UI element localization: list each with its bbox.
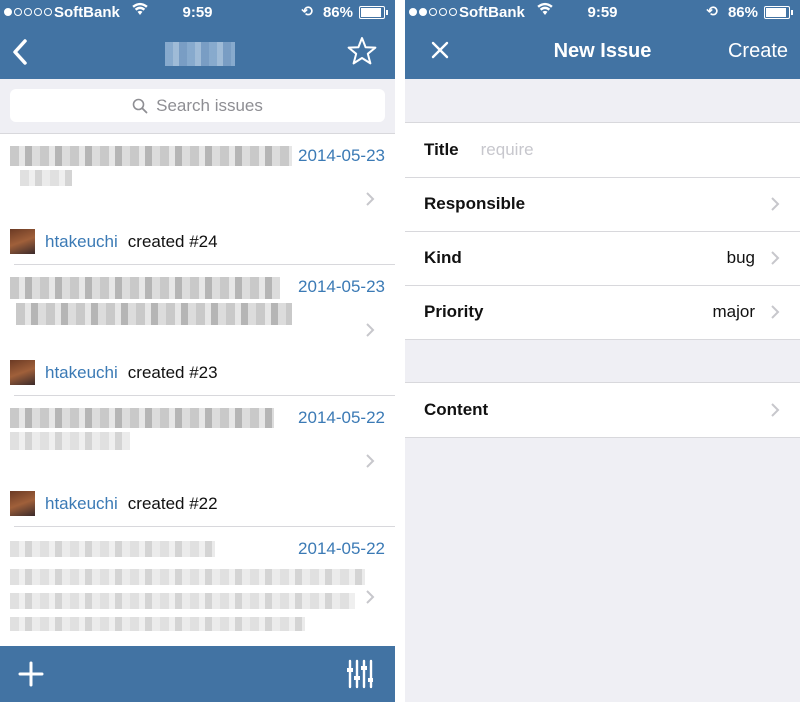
title-input[interactable]: require (481, 140, 534, 160)
issue-list-screen: SoftBank 9:59 ⟲ 86% Search issues 2014-0… (0, 0, 395, 702)
rotation-lock-icon: ⟲ (301, 3, 313, 19)
issue-action: created #22 (127, 493, 218, 513)
issue-item[interactable]: 2014-05-22 htakeuchi created #22 (0, 396, 395, 527)
chevron-right-icon (771, 305, 780, 319)
author-link[interactable]: htakeuchi (45, 232, 118, 252)
battery-icon (764, 6, 793, 19)
search-placeholder: Search issues (156, 95, 263, 115)
avatar (10, 491, 35, 516)
search-input[interactable]: Search issues (10, 89, 385, 122)
issue-body-redacted (10, 432, 130, 450)
field-label: Content (424, 400, 489, 419)
battery-percent: 86% (322, 4, 353, 21)
issue-item[interactable]: 2014-05-23 htakeuchi created #24 (0, 134, 395, 265)
author-link[interactable]: htakeuchi (45, 494, 118, 514)
issue-body-redacted (10, 593, 355, 609)
status-bar: SoftBank 9:59 ⟲ 86% (405, 0, 800, 26)
issue-title-redacted (10, 277, 280, 299)
rotation-lock-icon: ⟲ (706, 3, 718, 19)
chevron-right-icon (366, 192, 375, 206)
field-label: Priority (424, 302, 484, 321)
issue-meta: htakeuchi created #22 (10, 491, 218, 516)
issue-item[interactable]: 2014-05-22 (0, 527, 395, 646)
issue-item[interactable]: 2014-05-23 htakeuchi created #23 (0, 265, 395, 396)
repository-title-redacted (165, 42, 235, 66)
issue-action: created #24 (127, 231, 218, 251)
star-icon[interactable] (347, 36, 377, 66)
chevron-right-icon (366, 590, 375, 604)
responsible-field[interactable]: Responsible (405, 177, 800, 231)
issue-title-redacted (10, 541, 215, 557)
issue-body-redacted (10, 569, 365, 585)
chevron-right-icon (771, 403, 780, 417)
screenshot-divider (395, 0, 405, 702)
title-field[interactable]: Title require (405, 123, 800, 177)
kind-field[interactable]: Kind bug (405, 231, 800, 285)
issue-date: 2014-05-23 (298, 146, 385, 165)
field-label: Kind (424, 248, 462, 267)
chevron-right-icon (366, 454, 375, 468)
issue-meta: htakeuchi created #23 (10, 360, 218, 385)
field-label: Responsible (424, 194, 526, 213)
issue-action: created #23 (127, 362, 218, 382)
field-value: bug (726, 248, 755, 267)
search-bar-container: Search issues (0, 79, 395, 134)
issue-body-redacted (10, 617, 305, 631)
content-section: Content (405, 382, 800, 438)
author-link[interactable]: htakeuchi (45, 363, 118, 383)
chevron-right-icon (771, 251, 780, 265)
status-bar: SoftBank 9:59 ⟲ 86% (0, 0, 395, 26)
chevron-right-icon (366, 323, 375, 337)
create-button[interactable]: Create (728, 40, 788, 63)
avatar (10, 360, 35, 385)
issue-date: 2014-05-22 (298, 539, 385, 558)
avatar (10, 229, 35, 254)
back-chevron-icon[interactable] (10, 38, 30, 66)
content-field[interactable]: Content (405, 383, 800, 437)
issue-meta: htakeuchi created #24 (10, 229, 218, 254)
chevron-right-icon (771, 197, 780, 211)
issue-list: 2014-05-23 htakeuchi created #24 2014-05… (0, 134, 395, 646)
field-value: major (712, 302, 755, 321)
navigation-bar: SoftBank 9:59 ⟲ 86% New Issue Create (405, 0, 800, 79)
issue-body-redacted (16, 303, 292, 325)
filter-sliders-icon[interactable] (347, 658, 373, 690)
toolbar (0, 646, 395, 702)
issue-date: 2014-05-22 (298, 408, 385, 427)
new-issue-screen: SoftBank 9:59 ⟲ 86% New Issue Create Tit… (405, 0, 800, 702)
issue-body-redacted (20, 170, 72, 186)
battery-icon (359, 6, 388, 19)
field-label: Title (424, 140, 459, 159)
add-icon[interactable] (18, 661, 44, 687)
issue-form: Title require Responsible Kind bug Prior… (405, 122, 800, 340)
search-icon (132, 98, 148, 113)
battery-percent: 86% (727, 4, 758, 21)
priority-field[interactable]: Priority major (405, 285, 800, 339)
issue-date: 2014-05-23 (298, 277, 385, 296)
navigation-bar: SoftBank 9:59 ⟲ 86% (0, 0, 395, 79)
issue-title-redacted (10, 146, 292, 166)
issue-title-redacted (10, 408, 274, 428)
